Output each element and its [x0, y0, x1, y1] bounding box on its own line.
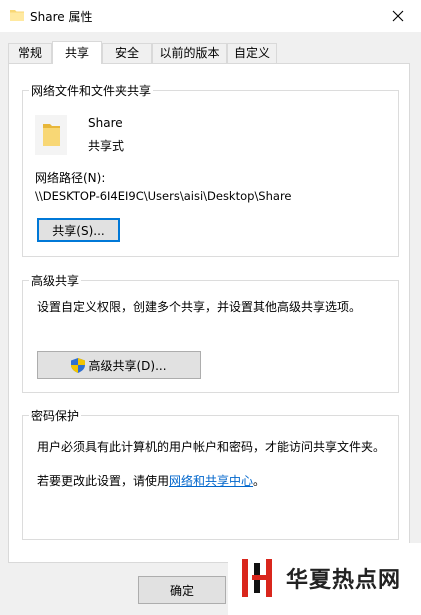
tab-customize[interactable]: 自定义 [227, 43, 277, 63]
watermark-logo-icon [242, 559, 272, 597]
watermark: 华夏热点网 [228, 543, 421, 615]
advanced-share-button[interactable]: 高级共享(D)... [37, 351, 201, 379]
title-bar: Share 属性 [0, 0, 421, 32]
tab-sharing[interactable]: 共享 [52, 41, 102, 64]
share-status: 共享式 [88, 139, 125, 153]
tab-panel-sharing: 网络文件和文件夹共享 Share 共享式 网络路径(N): \\DESKTOP-… [8, 63, 410, 563]
close-icon [392, 10, 404, 22]
tab-security[interactable]: 安全 [102, 43, 152, 63]
folder-icon [10, 10, 24, 21]
network-share-group-title: 网络文件和文件夹共享 [29, 82, 154, 99]
tab-general[interactable]: 常规 [8, 43, 52, 63]
network-path-label: 网络路径(N): [35, 171, 106, 185]
network-path-value: \\DESKTOP-6I4EI9C\Users\aisi\Desktop\Sha… [35, 189, 292, 203]
advanced-share-group-title: 高级共享 [29, 272, 82, 289]
advanced-share-group: 高级共享 设置自定义权限，创建多个共享，并设置其他高级共享选项。 高级共享(D)… [22, 272, 399, 393]
uac-shield-icon [71, 357, 86, 373]
ok-button[interactable]: 确定 [138, 576, 226, 604]
share-button[interactable]: 共享(S)... [37, 218, 120, 242]
folder-name: Share [88, 116, 123, 130]
close-button[interactable] [375, 0, 421, 32]
watermark-text: 华夏热点网 [286, 567, 402, 593]
network-sharing-center-link[interactable]: 网络和共享中心 [169, 474, 253, 488]
advanced-share-button-label: 高级共享(D)... [88, 358, 167, 373]
advanced-share-description: 设置自定义权限，创建多个共享，并设置其他高级共享选项。 [37, 300, 362, 314]
password-protection-group-title: 密码保护 [29, 407, 82, 424]
hint-suffix: 。 [253, 474, 266, 488]
window-title: Share 属性 [30, 10, 93, 24]
tab-previous-versions[interactable]: 以前的版本 [152, 43, 227, 63]
password-protection-group: 密码保护 用户必须具有此计算机的用户帐户和密码，才能访问共享文件夹。 若要更改此… [22, 407, 399, 540]
hint-prefix: 若要更改此设置，请使用 [37, 474, 170, 488]
folder-icon [35, 115, 67, 155]
password-protection-hint: 若要更改此设置，请使用网络和共享中心。 [37, 472, 265, 489]
network-share-group: 网络文件和文件夹共享 Share 共享式 网络路径(N): \\DESKTOP-… [22, 82, 399, 257]
password-protection-description: 用户必须具有此计算机的用户帐户和密码，才能访问共享文件夹。 [37, 440, 386, 454]
